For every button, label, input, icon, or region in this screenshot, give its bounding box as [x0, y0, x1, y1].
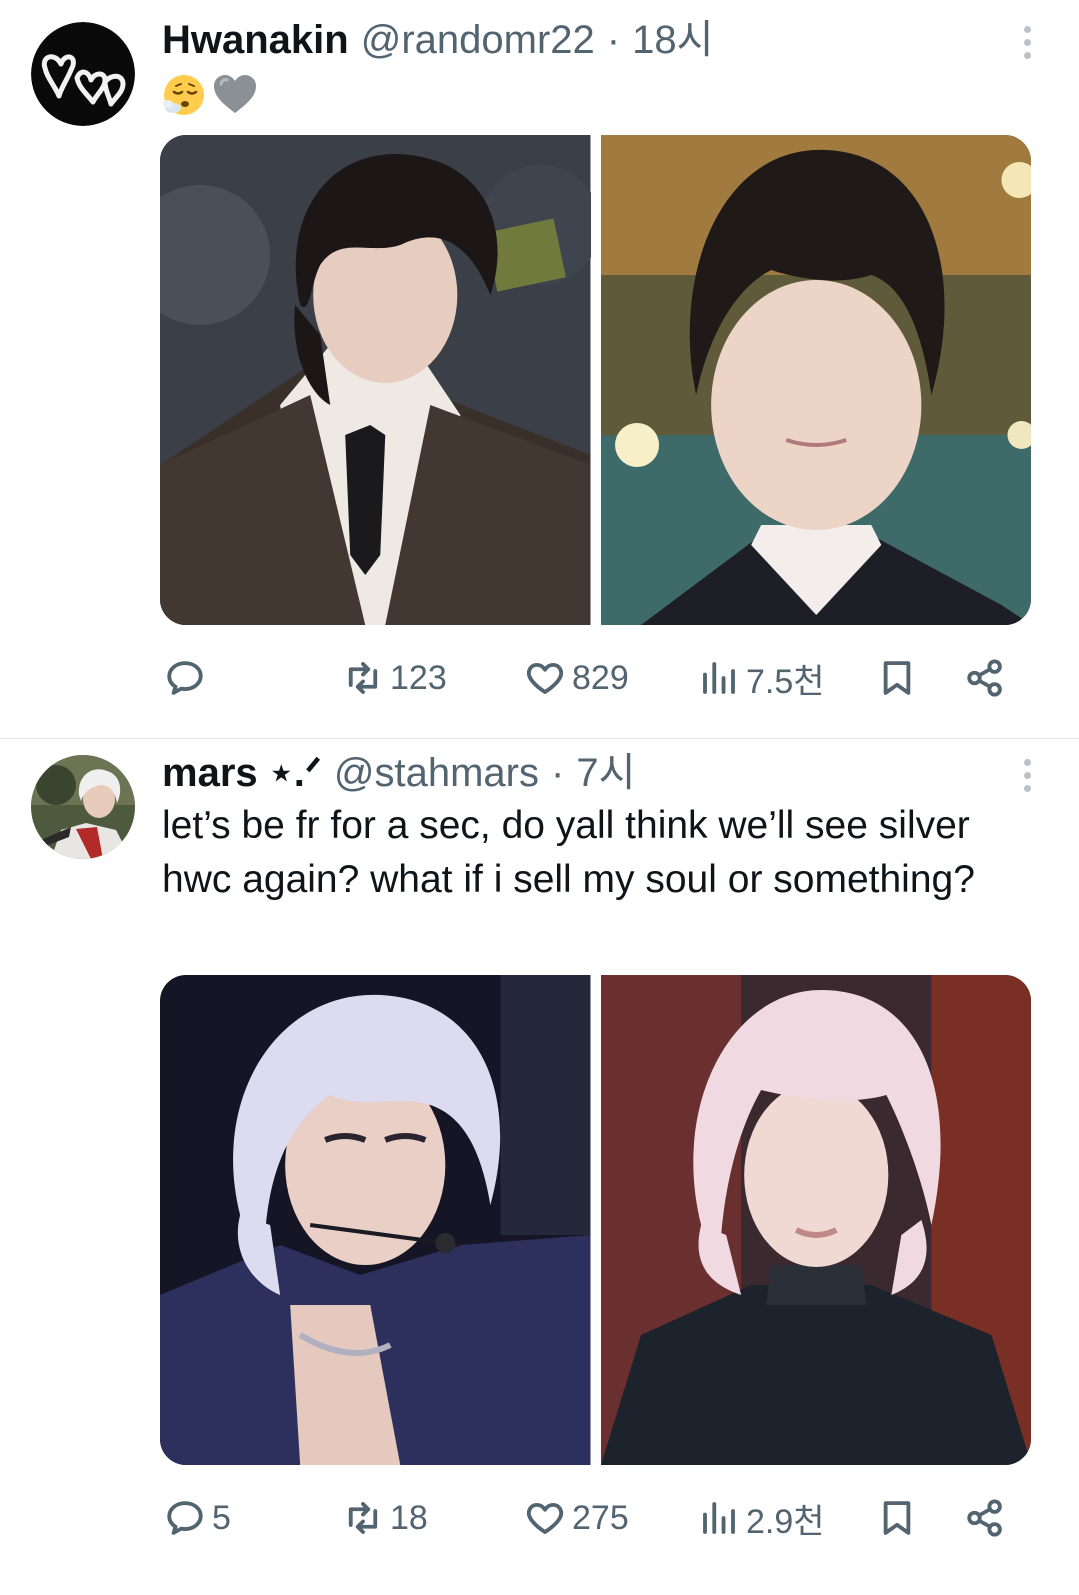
photo-silver-hair-leather-jacket[interactable]: [600, 975, 1031, 1465]
bookmark-icon: [883, 661, 911, 695]
tweet-text: [162, 72, 258, 118]
bookmark-button[interactable]: [876, 1493, 918, 1543]
share-icon: [967, 659, 1002, 697]
tweet-text: let’s be fr for a sec, do yall think we’…: [162, 804, 975, 901]
heart-icon: [526, 662, 564, 694]
photo-dark-hair-coat-tie[interactable]: [160, 135, 591, 625]
retweet-button[interactable]: 18: [342, 1493, 428, 1543]
share-icon: [967, 1499, 1002, 1537]
reply-button[interactable]: [164, 653, 212, 703]
timestamp[interactable]: 7시: [576, 747, 635, 799]
view-count: 7.5천: [746, 662, 825, 701]
like-button[interactable]: 829: [524, 653, 629, 703]
photo-silver-hair-stage-headset[interactable]: [160, 975, 591, 1465]
share-button[interactable]: [964, 1493, 1006, 1543]
retweet-count: 18: [390, 1498, 428, 1537]
reply-icon: [167, 1501, 203, 1535]
grey-heart-emoji: [214, 75, 256, 113]
tweet-actions: 123 829 7.5천: [160, 653, 1040, 703]
tweet-header: Hwanakin @randomr22 · 18시: [162, 14, 1009, 66]
views-button[interactable]: 2.9천: [698, 1493, 825, 1543]
author-name[interactable]: Hwanakin: [162, 14, 349, 66]
more-options-icon[interactable]: [1015, 749, 1039, 801]
reply-icon: [167, 661, 203, 695]
tweet-header: mars ⋆.ᐟ @stahmars · 7시: [162, 747, 1009, 799]
photo-dark-hair-uniform[interactable]: [600, 135, 1031, 625]
reply-count: 5: [212, 1498, 231, 1537]
views-chart-icon: [703, 1502, 735, 1534]
face-exhaling-emoji: [163, 75, 204, 115]
like-count: 829: [572, 658, 629, 697]
separator-dot: ·: [551, 751, 565, 795]
retweet-icon: [348, 662, 378, 694]
views-button[interactable]: 7.5천: [698, 653, 825, 703]
media-grid: [160, 975, 1031, 1465]
author-name[interactable]: mars ⋆.ᐟ: [162, 747, 322, 799]
like-button[interactable]: 275: [524, 1493, 629, 1543]
retweet-icon: [348, 1502, 378, 1534]
bookmark-button[interactable]: [876, 653, 918, 703]
timestamp[interactable]: 18시: [632, 14, 713, 66]
author-handle[interactable]: @stahmars: [334, 747, 539, 799]
reply-button[interactable]: 5: [164, 1493, 231, 1543]
retweet-count: 123: [390, 658, 447, 697]
avatar[interactable]: [31, 755, 135, 859]
author-handle[interactable]: @randomr22: [361, 14, 595, 66]
timeline-feed: Hwanakin @randomr22 · 18시 123 829 7.5천 m…: [0, 0, 1079, 1595]
heart-icon: [526, 1502, 564, 1534]
tweet[interactable]: Hwanakin @randomr22 · 18시 123 829 7.5천: [0, 0, 1079, 738]
bookmark-icon: [883, 1501, 911, 1535]
avatar[interactable]: [31, 22, 135, 126]
retweet-button[interactable]: 123: [342, 653, 447, 703]
tweet-actions: 5 18 275 2.9천: [160, 1493, 1040, 1543]
views-chart-icon: [703, 662, 735, 694]
media-grid: [160, 135, 1031, 625]
share-button[interactable]: [964, 653, 1006, 703]
separator-dot: ·: [606, 18, 621, 62]
tweet[interactable]: mars ⋆.ᐟ @stahmars · 7시 let’s be fr for …: [0, 739, 1079, 1595]
more-options-icon[interactable]: [1015, 16, 1039, 68]
like-count: 275: [572, 1498, 629, 1537]
view-count: 2.9천: [746, 1502, 825, 1541]
